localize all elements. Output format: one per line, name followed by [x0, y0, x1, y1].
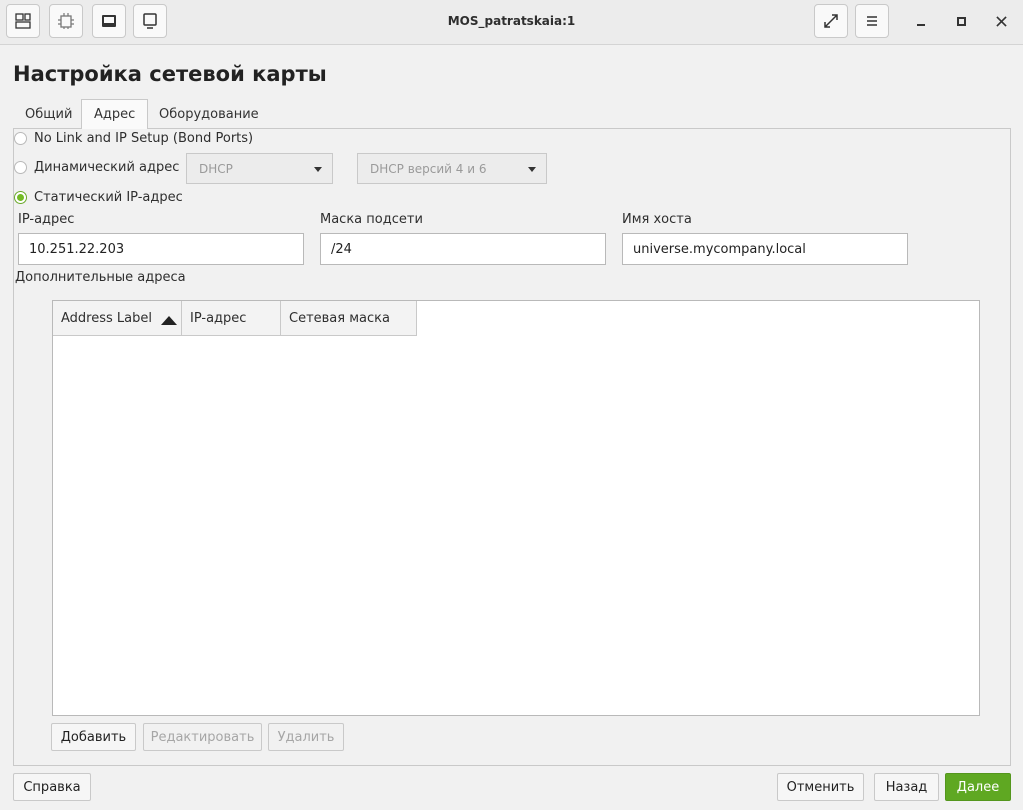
chevron-down-icon: [314, 167, 322, 172]
radio-static[interactable]: Статический IP-адрес: [14, 190, 183, 205]
dhcp-version-select-value: DHCP версий 4 и 6: [370, 161, 487, 176]
minimize-icon: [917, 24, 925, 26]
help-button[interactable]: Справка: [13, 773, 91, 801]
minimize-button[interactable]: [911, 11, 931, 31]
maximize-icon: [956, 16, 966, 26]
back-button[interactable]: Назад: [874, 773, 939, 801]
additional-addresses-label: Дополнительные адреса: [15, 270, 186, 285]
dhcp-version-select[interactable]: DHCP версий 4 и 6: [357, 153, 547, 184]
radio-label: Динамический адрес: [34, 160, 180, 175]
next-button[interactable]: Далее: [945, 773, 1011, 801]
radio-no-link[interactable]: No Link and IP Setup (Bond Ports): [14, 131, 253, 146]
dhcp-select-value: DHCP: [199, 161, 233, 176]
title-bar: MOS_patratskaia:1: [0, 0, 1023, 45]
subnet-mask-field[interactable]: /24: [320, 233, 606, 265]
hamburger-icon: [867, 16, 877, 26]
delete-button[interactable]: Удалить: [268, 723, 344, 751]
menu-button[interactable]: [855, 4, 889, 38]
radio-button[interactable]: [14, 191, 27, 204]
dhcp-select[interactable]: DHCP: [186, 153, 333, 184]
subnet-mask-label: Маска подсети: [320, 212, 423, 227]
column-header-ip-address[interactable]: IP-адрес: [182, 301, 281, 336]
hostname-label: Имя хоста: [622, 212, 692, 227]
sort-ascending-icon: [161, 316, 177, 325]
chevron-down-icon: [528, 167, 536, 172]
expand-icon: [824, 14, 838, 28]
cancel-button[interactable]: Отменить: [777, 773, 864, 801]
radio-label: Статический IP-адрес: [34, 190, 183, 205]
edit-button[interactable]: Редактировать: [143, 723, 262, 751]
tab-address[interactable]: Адрес: [81, 99, 149, 129]
tab-hardware[interactable]: Оборудование: [147, 99, 271, 129]
radio-dynamic[interactable]: Динамический адрес: [14, 160, 179, 175]
radio-button[interactable]: [14, 161, 27, 174]
radio-button[interactable]: [14, 132, 27, 145]
radio-label: No Link and IP Setup (Bond Ports): [34, 131, 254, 146]
close-button[interactable]: [991, 11, 1011, 31]
column-header-netmask[interactable]: Сетевая маска: [281, 301, 417, 336]
ip-address-field[interactable]: 10.251.22.203: [18, 233, 304, 265]
fullscreen-button[interactable]: [814, 4, 848, 38]
additional-addresses-table[interactable]: Address Label IP-адрес Сетевая маска: [52, 300, 980, 716]
close-icon: [995, 15, 1007, 27]
column-header-address-label[interactable]: Address Label: [53, 301, 182, 336]
ip-address-label: IP-адрес: [18, 212, 75, 227]
hostname-field[interactable]: universe.mycompany.local: [622, 233, 908, 265]
add-button[interactable]: Добавить: [51, 723, 136, 751]
tab-general[interactable]: Общий: [13, 99, 84, 129]
maximize-button[interactable]: [951, 11, 971, 31]
moon-icon[interactable]: [993, 67, 1007, 81]
page-title: Настройка сетевой карты: [13, 62, 327, 86]
